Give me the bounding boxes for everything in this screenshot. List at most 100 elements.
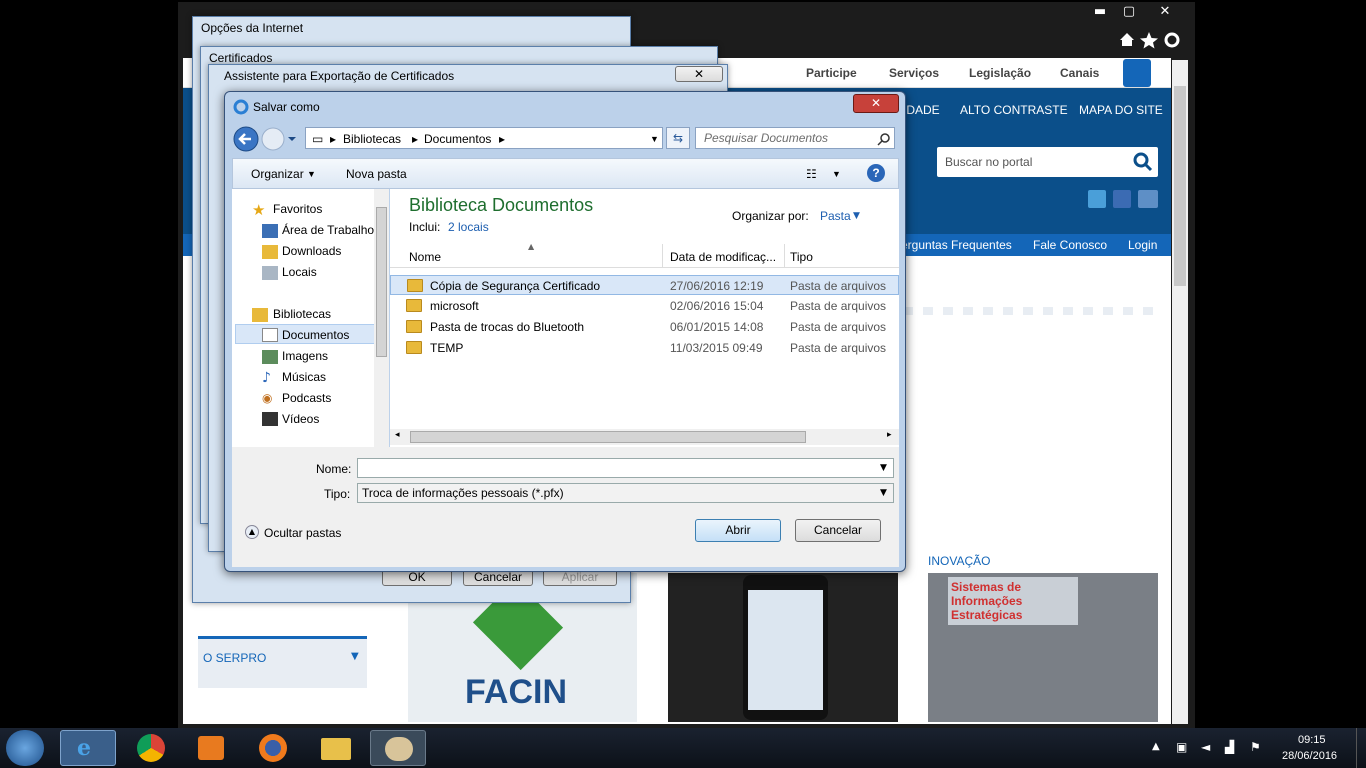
- phone-photo[interactable]: [668, 573, 898, 722]
- portal-search[interactable]: Buscar no portal: [937, 147, 1158, 177]
- taskbar-explorer[interactable]: [308, 730, 364, 766]
- table-row[interactable]: microsoft 02/06/2016 15:04 Pasta de arqu…: [390, 296, 899, 316]
- volume-muted-icon[interactable]: ◄: [1201, 740, 1210, 754]
- nav-images[interactable]: Imagens: [282, 349, 328, 363]
- nav-documents[interactable]: Documentos: [282, 328, 349, 342]
- start-button[interactable]: [6, 730, 44, 766]
- arrange-dropdown[interactable]: Pasta: [820, 209, 851, 223]
- breadcrumb-libraries[interactable]: Bibliotecas: [343, 132, 401, 146]
- taskbar-firefox[interactable]: [246, 730, 302, 766]
- nav-desktop[interactable]: Área de Trabalho: [282, 223, 374, 237]
- nav-videos[interactable]: Vídeos: [282, 412, 319, 426]
- phone-screen: [748, 590, 823, 710]
- taskbar-ie[interactable]: e: [60, 730, 116, 766]
- clock-time[interactable]: 09:15: [1298, 734, 1326, 746]
- minimize-button[interactable]: ▬: [1085, 2, 1115, 24]
- nav-places[interactable]: Locais: [282, 265, 317, 279]
- nav-favorites[interactable]: Favoritos: [273, 202, 322, 216]
- nav-libraries[interactable]: Bibliotecas: [273, 307, 331, 321]
- file-name: microsoft: [430, 299, 479, 313]
- portal-search-placeholder: Buscar no portal: [945, 155, 1033, 169]
- col-type[interactable]: Tipo: [790, 250, 813, 264]
- file-date: 02/06/2016 15:04: [670, 299, 764, 313]
- home-star-gear-icon[interactable]: [1116, 28, 1186, 50]
- close-button[interactable]: ✕: [853, 94, 899, 113]
- col-divider[interactable]: [784, 244, 785, 268]
- hide-folders-button[interactable]: Ocultar pastas: [264, 526, 341, 540]
- search-icon[interactable]: [877, 132, 891, 146]
- award-photo[interactable]: Sistemas de Informações Estratégicas: [928, 573, 1158, 722]
- youtube-icon[interactable]: [1138, 190, 1158, 208]
- chevron-down-icon[interactable]: ▼: [880, 463, 887, 473]
- filename-input[interactable]: [357, 458, 894, 478]
- chevron-left-icon[interactable]: ◂: [395, 430, 400, 440]
- col-name[interactable]: Nome: [409, 250, 441, 264]
- subnav-fale-conosco[interactable]: Fale Conosco: [1033, 238, 1107, 252]
- nav-music[interactable]: Músicas: [282, 370, 326, 384]
- nav-downloads[interactable]: Downloads: [282, 244, 341, 258]
- view-icon[interactable]: ☷: [806, 167, 817, 181]
- cancel-button[interactable]: Cancelar: [795, 519, 881, 542]
- flag-icon[interactable]: ⚑: [1250, 740, 1261, 754]
- chevron-down-icon[interactable]: ▼: [832, 169, 841, 179]
- search-input[interactable]: Pesquisar Documentos: [695, 127, 895, 149]
- header-link-idade[interactable]: IDADE: [903, 103, 940, 117]
- subnav-faq[interactable]: erguntas Frequentes: [901, 238, 1012, 252]
- refresh-icon[interactable]: ⇆: [666, 127, 690, 149]
- clock-date[interactable]: 28/06/2016: [1282, 750, 1337, 762]
- h-scrollbar-thumb[interactable]: [410, 431, 806, 443]
- open-button[interactable]: Abrir: [695, 519, 781, 542]
- taskbar-paint[interactable]: [370, 730, 426, 766]
- address-bar[interactable]: ▭ ▸ Bibliotecas ▸ Documentos ▸ ▼: [305, 127, 663, 149]
- scrollbar-thumb[interactable]: [1174, 86, 1186, 286]
- folder-icon: ▭: [312, 132, 324, 146]
- back-forward-icon[interactable]: [233, 126, 297, 152]
- library-includes-link[interactable]: 2 locais: [448, 220, 489, 234]
- accessibility-icon[interactable]: [1123, 59, 1151, 87]
- horizontal-scrollbar[interactable]: ◂ ▸: [390, 429, 899, 445]
- topnav-canais[interactable]: Canais: [1060, 66, 1099, 80]
- facebook-icon[interactable]: [1113, 190, 1131, 208]
- filetype-select[interactable]: Troca de informações pessoais (*.pfx): [357, 483, 894, 503]
- nav-podcasts[interactable]: Podcasts: [282, 391, 331, 405]
- sidebar-menu[interactable]: O SERPRO ▼: [198, 636, 367, 688]
- chevron-down-icon[interactable]: ▼: [880, 488, 887, 498]
- header-link-alto-contraste[interactable]: ALTO CONTRASTE: [960, 103, 1068, 117]
- topnav-servicos[interactable]: Serviços: [889, 66, 939, 80]
- col-divider[interactable]: [662, 244, 663, 268]
- subnav-login[interactable]: Login: [1128, 238, 1157, 252]
- nav-scrollbar[interactable]: [374, 189, 389, 447]
- breadcrumb-documents[interactable]: Documentos: [424, 132, 491, 146]
- show-desktop-button[interactable]: [1356, 728, 1366, 768]
- tray-device-icon[interactable]: ▣: [1176, 740, 1187, 754]
- twitter-icon[interactable]: [1088, 190, 1106, 208]
- taskbar-chrome[interactable]: [124, 730, 180, 766]
- new-folder-button[interactable]: Nova pasta: [346, 167, 407, 181]
- col-date[interactable]: Data de modificaç...: [670, 250, 776, 264]
- tray-expand-icon[interactable]: ▲: [1152, 741, 1160, 752]
- chevron-right-icon[interactable]: ▸: [887, 430, 892, 440]
- nav-scrollbar-thumb[interactable]: [376, 207, 387, 357]
- folder-icon: [406, 299, 422, 312]
- file-name: Pasta de trocas do Bluetooth: [430, 320, 585, 334]
- header-link-mapa-do-site[interactable]: MAPA DO SITE: [1079, 103, 1163, 117]
- close-button[interactable]: ✕: [1150, 2, 1180, 24]
- chevron-down-icon[interactable]: ▼: [307, 169, 316, 179]
- table-row[interactable]: TEMP 11/03/2015 09:49 Pasta de arquivos: [390, 338, 899, 358]
- table-row[interactable]: Pasta de trocas do Bluetooth 06/01/2015 …: [390, 317, 899, 337]
- chevron-down-icon[interactable]: ▼: [650, 134, 659, 144]
- page-scrollbar[interactable]: [1172, 60, 1188, 724]
- network-icon[interactable]: ▟: [1225, 740, 1234, 754]
- organize-button[interactable]: Organizar: [251, 167, 304, 181]
- chevron-down-icon[interactable]: ▼: [853, 211, 860, 221]
- help-icon[interactable]: ?: [867, 164, 885, 182]
- library-title: Biblioteca Documentos: [409, 195, 594, 215]
- collapse-icon[interactable]: ▲: [245, 525, 259, 539]
- wizard-close-button[interactable]: ✕: [675, 66, 723, 82]
- topnav-participe[interactable]: Participe: [806, 66, 857, 80]
- search-icon[interactable]: [1133, 152, 1153, 172]
- topnav-legislacao[interactable]: Legislação: [969, 66, 1031, 80]
- taskbar-media[interactable]: [184, 730, 240, 766]
- table-row[interactable]: Cópia de Segurança Certificado 27/06/201…: [390, 275, 899, 295]
- maximize-button[interactable]: ▢: [1114, 2, 1144, 24]
